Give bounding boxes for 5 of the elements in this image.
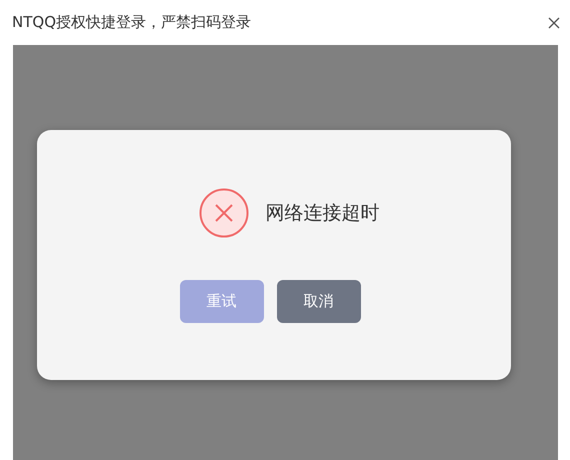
window-title: NTQQ授权快捷登录，严禁扫码登录 bbox=[12, 13, 251, 32]
error-message: 网络连接超时 bbox=[266, 201, 380, 226]
error-icon bbox=[198, 188, 248, 238]
close-icon[interactable] bbox=[548, 16, 560, 28]
cancel-button[interactable]: 取消 bbox=[276, 280, 360, 323]
